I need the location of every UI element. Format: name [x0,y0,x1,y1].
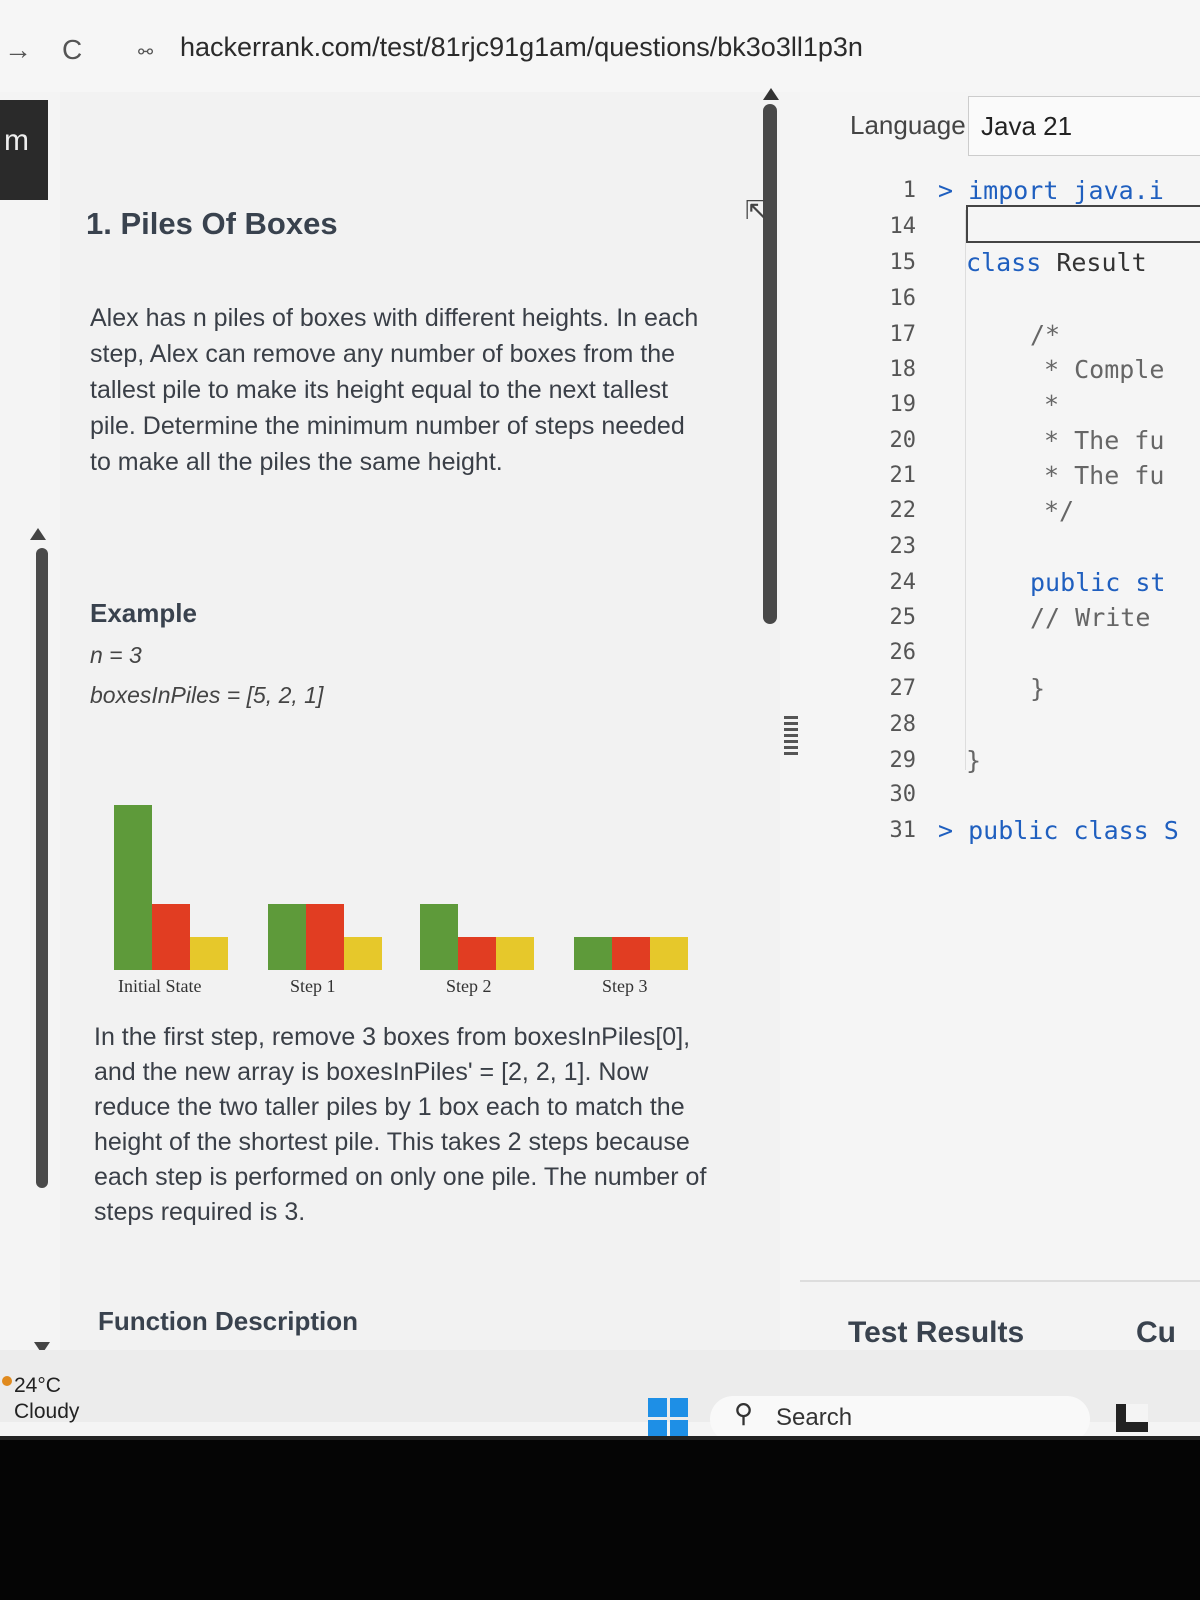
line-number: 15 [889,250,917,275]
search-icon: ⚲ [734,1398,754,1428]
code-line[interactable]: * [1044,390,1200,419]
code-line[interactable]: */ [1044,496,1200,525]
line-number: 14 [889,214,917,239]
resize-grip-icon[interactable] [784,716,798,756]
left-strip: m [0,100,48,200]
line-number: 31 [889,818,917,843]
language-select[interactable]: Java 21 [968,96,1200,156]
weather-icon[interactable] [2,1376,12,1386]
pile-bar [114,805,152,970]
forward-icon[interactable]: → [4,34,32,66]
pile-bar [612,937,650,970]
left-scrollbar[interactable] [36,548,48,1188]
browser-toolbar: → C ⚯ hackerrank.com/test/81rjc91g1am/qu… [0,0,1200,92]
pile-bar [190,937,228,970]
pile-bar [420,904,458,970]
line-number: 25 [889,605,917,630]
left-scroll-up-icon[interactable] [30,528,46,540]
code-line[interactable]: // Write [1030,603,1200,632]
line-number: 17 [889,322,917,347]
line-number: 18 [889,357,917,382]
line-number: 20 [889,428,917,453]
pile-bar [650,937,688,970]
current-line-highlight [966,205,1200,243]
chart-label-step3: Step 3 [602,976,648,996]
line-number: 30 [889,782,917,807]
pile-bar [574,937,612,970]
line-number: 26 [889,640,917,665]
code-line[interactable]: * The fu [1044,461,1200,490]
line-number: 23 [889,534,917,559]
example-title: Example [90,598,197,628]
language-value: Java 21 [981,111,1073,141]
code-line[interactable]: public st [1030,568,1200,597]
problem-scrollbar[interactable] [763,104,777,624]
left-strip-label: m [4,124,29,157]
example-array: boxesInPiles = [5, 2, 1] [90,682,324,708]
line-number: 16 [889,286,917,311]
example-n: n = 3 [90,642,142,668]
line-number: 29 [889,748,917,773]
language-label: Language [850,110,966,140]
pile-bar [458,937,496,970]
mouse-cursor-icon: ⇱ [745,195,767,225]
function-description-title: Function Description [98,1306,358,1336]
app-icon[interactable] [1116,1404,1148,1432]
problem-description: Alex has n piles of boxes with different… [90,304,699,476]
pile-bar [496,937,534,970]
pile-bar [268,904,306,970]
pile-bar [306,904,344,970]
line-number: 1 [902,178,916,203]
start-icon[interactable] [648,1398,688,1438]
tab-custom-input[interactable]: Cu [1136,1316,1176,1350]
line-number: 21 [889,463,917,488]
pile-bar [152,904,190,970]
tab-test-results[interactable]: Test Results [848,1316,1024,1350]
code-line[interactable]: * Comple [1044,355,1200,384]
code-line[interactable]: > public class S [938,816,1200,845]
search-label: Search [776,1404,853,1431]
chart-label-step2: Step 2 [446,976,492,996]
scroll-up-icon[interactable] [763,88,779,100]
site-info-icon[interactable]: ⚯ [138,42,153,63]
code-line[interactable]: } [1030,674,1200,703]
monitor-bezel-bottom [0,1440,1200,1600]
chart-label-initial: Initial State [118,976,202,996]
line-number: 28 [889,712,917,737]
code-line[interactable]: /* [1030,320,1200,349]
code-line[interactable]: > import java.i [938,176,1200,205]
code-line[interactable]: class Result [966,248,1200,277]
example-explanation: In the first step, remove 3 boxes from b… [94,1023,707,1226]
problem-title: 1. Piles Of Boxes [86,206,338,241]
line-number: 27 [889,676,917,701]
line-number: 24 [889,570,917,595]
chart-label-step1: Step 1 [290,976,336,996]
address-bar[interactable]: hackerrank.com/test/81rjc91g1am/question… [180,32,863,63]
line-number: 19 [889,392,917,417]
line-number: 22 [889,498,917,523]
editor-gutter [965,210,966,770]
reload-icon[interactable]: C [62,34,82,66]
code-line[interactable]: } [966,746,1200,775]
code-line[interactable]: * The fu [1044,426,1200,455]
weather-temp[interactable]: 24°C [14,1374,61,1398]
weather-condition[interactable]: Cloudy [14,1400,79,1424]
pile-bar [344,937,382,970]
